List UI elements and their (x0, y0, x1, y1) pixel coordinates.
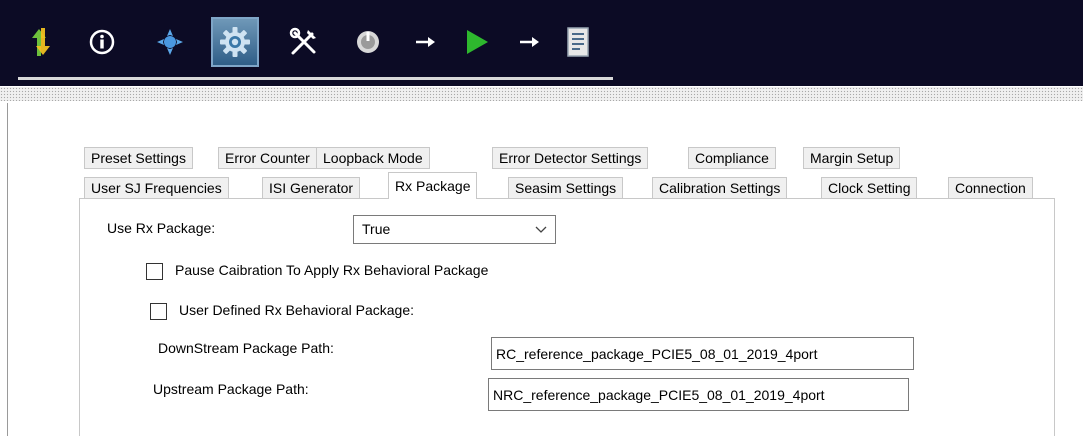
tab-error-counter[interactable]: Error Counter (218, 147, 317, 169)
tab-error-detector-settings[interactable]: Error Detector Settings (492, 147, 649, 169)
tab-margin-setup[interactable]: Margin Setup (803, 147, 901, 169)
downstream-path-label: DownStream Package Path: (158, 340, 334, 356)
tab-calibration-settings[interactable]: Calibration Settings (652, 177, 788, 199)
power-icon[interactable] (348, 20, 388, 64)
tools-icon[interactable] (284, 20, 324, 64)
info-icon[interactable] (82, 20, 122, 64)
arrow-right-icon (510, 20, 550, 64)
tab-preset-settings[interactable]: Preset Settings (84, 147, 193, 169)
tab-loopback-mode[interactable]: Loopback Mode (316, 147, 430, 169)
pause-calibration-label: Pause Caibration To Apply Rx Behavioral … (175, 262, 489, 278)
use-rx-package-select[interactable]: True (353, 215, 556, 244)
upstream-path-input[interactable] (489, 379, 908, 410)
play-icon[interactable] (456, 20, 496, 64)
user-defined-label: User Defined Rx Behavioral Package: (179, 302, 415, 318)
upstream-path-label: Upstream Package Path: (153, 381, 309, 397)
tab-user-sj-frequencies[interactable]: User SJ Frequencies (84, 177, 229, 199)
toolbar-underline (18, 77, 613, 80)
use-rx-package-label: Use Rx Package: (107, 220, 216, 236)
splitter-bar[interactable] (0, 87, 1083, 101)
settings-gear-icon[interactable] (211, 17, 259, 67)
upstream-path-field[interactable] (488, 378, 909, 411)
tab-connection[interactable]: Connection (948, 177, 1033, 199)
arrow-right-icon (406, 20, 446, 64)
tab-seasim-settings[interactable]: Seasim Settings (508, 177, 624, 199)
tab-compliance[interactable]: Compliance (688, 147, 776, 169)
downstream-path-field[interactable] (491, 337, 914, 370)
main-toolbar (0, 0, 1083, 86)
report-icon[interactable] (558, 20, 598, 64)
downstream-path-input[interactable] (492, 338, 913, 369)
pause-calibration-checkbox[interactable] (146, 263, 163, 280)
tab-clock-setting[interactable]: Clock Setting (821, 177, 918, 199)
chevron-down-icon (535, 226, 547, 233)
tab-rx-package[interactable]: Rx Package (388, 172, 478, 199)
crosshair-icon[interactable] (150, 20, 190, 64)
use-rx-package-value: True (362, 221, 391, 237)
updown-arrows-icon[interactable] (22, 20, 62, 64)
user-defined-checkbox[interactable] (150, 303, 167, 320)
tab-isi-generator[interactable]: ISI Generator (262, 177, 361, 199)
